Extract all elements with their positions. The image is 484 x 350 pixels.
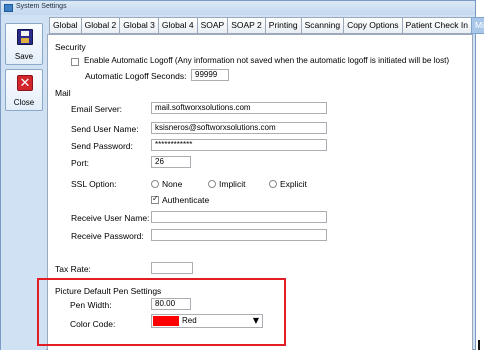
authenticate-checkbox[interactable]	[151, 194, 159, 204]
tab-copy-options[interactable]: Copy Options	[343, 17, 402, 34]
email-server-label: Email Server:	[71, 104, 123, 114]
receive-user-input[interactable]	[151, 211, 327, 223]
tab-strip: Global Global 2 Global 3 Global 4 SOAP S…	[49, 17, 484, 34]
tax-rate-label: Tax Rate:	[55, 264, 91, 274]
ssl-none-label: None	[162, 179, 183, 189]
mail-group-title: Mail	[55, 88, 71, 98]
close-label: Close	[13, 98, 35, 107]
ssl-implicit-radio[interactable]	[208, 180, 216, 188]
ssl-none-radio[interactable]	[151, 180, 159, 188]
tab-global-2[interactable]: Global 2	[80, 17, 120, 34]
logoff-seconds-input[interactable]: 99999	[191, 69, 229, 81]
receive-password-input[interactable]	[151, 229, 327, 241]
title-bar: System Settings	[1, 1, 475, 15]
send-user-label: Send User Name:	[71, 124, 139, 134]
tab-global[interactable]: Global	[49, 17, 81, 34]
tab-misc[interactable]: Misc	[470, 17, 484, 34]
logoff-seconds-label: Automatic Logoff Seconds:	[85, 71, 187, 81]
window-title: System Settings	[16, 3, 67, 10]
tab-printing[interactable]: Printing	[264, 17, 301, 34]
close-button[interactable]: ✕ Close	[5, 69, 43, 111]
send-password-input[interactable]: ************	[151, 139, 327, 151]
cursor-mark	[478, 340, 480, 350]
ssl-explicit-radio[interactable]	[269, 180, 277, 188]
tab-scanning[interactable]: Scanning	[300, 17, 344, 34]
port-input[interactable]: 26	[151, 156, 191, 168]
receive-user-label: Receive User Name:	[71, 213, 150, 223]
floppy-disk-icon	[17, 29, 33, 45]
tax-rate-input[interactable]	[151, 262, 193, 274]
ssl-explicit-label: Explicit	[280, 179, 307, 189]
auto-logoff-checkbox[interactable]	[71, 58, 79, 66]
ssl-option-label: SSL Option:	[71, 179, 117, 189]
receive-password-label: Receive Password:	[71, 231, 144, 241]
tab-soap[interactable]: SOAP	[196, 17, 228, 34]
ssl-implicit-label: Implicit	[219, 179, 246, 189]
email-server-input[interactable]: mail.softworxsolutions.com	[151, 102, 327, 114]
port-label: Port:	[71, 158, 89, 168]
pen-settings-highlight	[37, 278, 286, 346]
tab-soap-2[interactable]: SOAP 2	[227, 17, 265, 34]
tab-global-3[interactable]: Global 3	[119, 17, 158, 34]
send-password-label: Send Password:	[71, 141, 133, 151]
auto-logoff-label: Enable Automatic Logoff (Any information…	[84, 56, 450, 65]
close-icon: ✕	[17, 75, 33, 91]
security-group-title: Security	[55, 42, 86, 52]
authenticate-label: Authenticate	[162, 195, 210, 205]
tab-global-4[interactable]: Global 4	[157, 17, 197, 34]
tab-patient-check-in[interactable]: Patient Check In	[401, 17, 471, 34]
save-button[interactable]: Save	[5, 23, 43, 65]
app-icon	[4, 4, 13, 12]
save-label: Save	[14, 52, 34, 61]
send-user-input[interactable]: ksisneros@softworxsolutions.com	[151, 122, 327, 134]
